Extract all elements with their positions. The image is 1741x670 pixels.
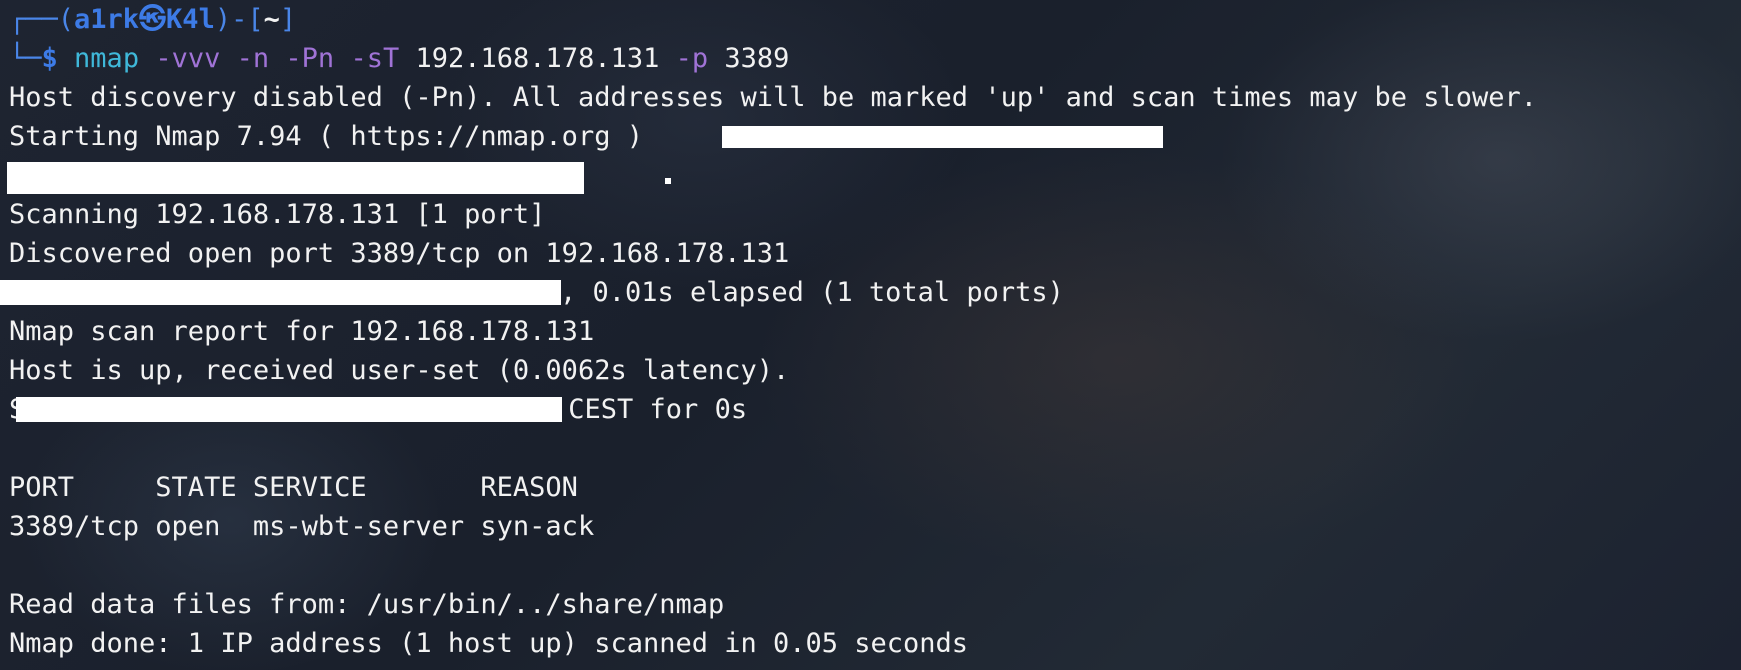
output-host-up: Host is up, received user-set (0.0062s l… <box>9 355 790 386</box>
prompt-symbol: $ <box>41 43 58 74</box>
prompt-box-top-left: ┌──( <box>9 4 75 35</box>
output-done: Nmap done: 1 IP address (1 host up) scan… <box>9 628 969 659</box>
output-report: Nmap scan report for 192.168.178.131 <box>9 316 595 347</box>
redaction-box <box>16 397 562 422</box>
command-line[interactable]: └─$ nmap -vvv -n -Pn -sT 192.168.178.131… <box>9 39 789 78</box>
redaction-box <box>0 280 561 305</box>
command-flag-p: -p <box>675 43 709 74</box>
prompt-cwd: ~ <box>263 4 280 35</box>
port-table-row: 3389/tcp open ms-wbt-server syn-ack <box>9 511 595 542</box>
prompt-box-mid: )-[ <box>214 4 264 35</box>
terminal-output[interactable]: ┌──(a1rk㉿K4l)-[~] └─$ nmap -vvv -n -Pn -… <box>9 0 1741 670</box>
output-scanning: Scanning 192.168.178.131 [1 port] <box>9 199 546 230</box>
command-flag-vvv: -vvv <box>155 43 221 74</box>
output-read-data: Read data files from: /usr/bin/../share/… <box>9 589 725 620</box>
prompt-box-end: ] <box>279 4 297 35</box>
command-port: 3389 <box>724 43 790 74</box>
prompt-user-host: a1rk㉿K4l <box>74 4 215 35</box>
output-elapsed: , 0.01s elapsed (1 total ports) <box>560 277 1064 308</box>
command-flag-n: -n <box>236 43 270 74</box>
command-flag-pn: -Pn <box>285 43 335 74</box>
port-table-header: PORT STATE SERVICE REASON <box>9 472 578 503</box>
output-discovered: Discovered open port 3389/tcp on 192.168… <box>9 238 790 269</box>
redaction-box <box>722 126 1163 148</box>
redaction-box <box>7 162 584 194</box>
redaction-speck <box>665 178 671 184</box>
prompt-box-bottom-left: └─ <box>9 43 42 74</box>
output-starting: Starting Nmap 7.94 ( https://nmap.org ) <box>9 121 643 152</box>
output-host-discovery: Host discovery disabled (-Pn). All addre… <box>9 82 1538 113</box>
output-scanned-suffix: CEST for 0s <box>568 394 748 425</box>
prompt-line-1: ┌──(a1rk㉿K4l)-[~] <box>9 0 296 39</box>
command-flag-st: -sT <box>350 43 400 74</box>
command-target: 192.168.178.131 <box>415 43 660 74</box>
command-program: nmap <box>74 43 140 74</box>
